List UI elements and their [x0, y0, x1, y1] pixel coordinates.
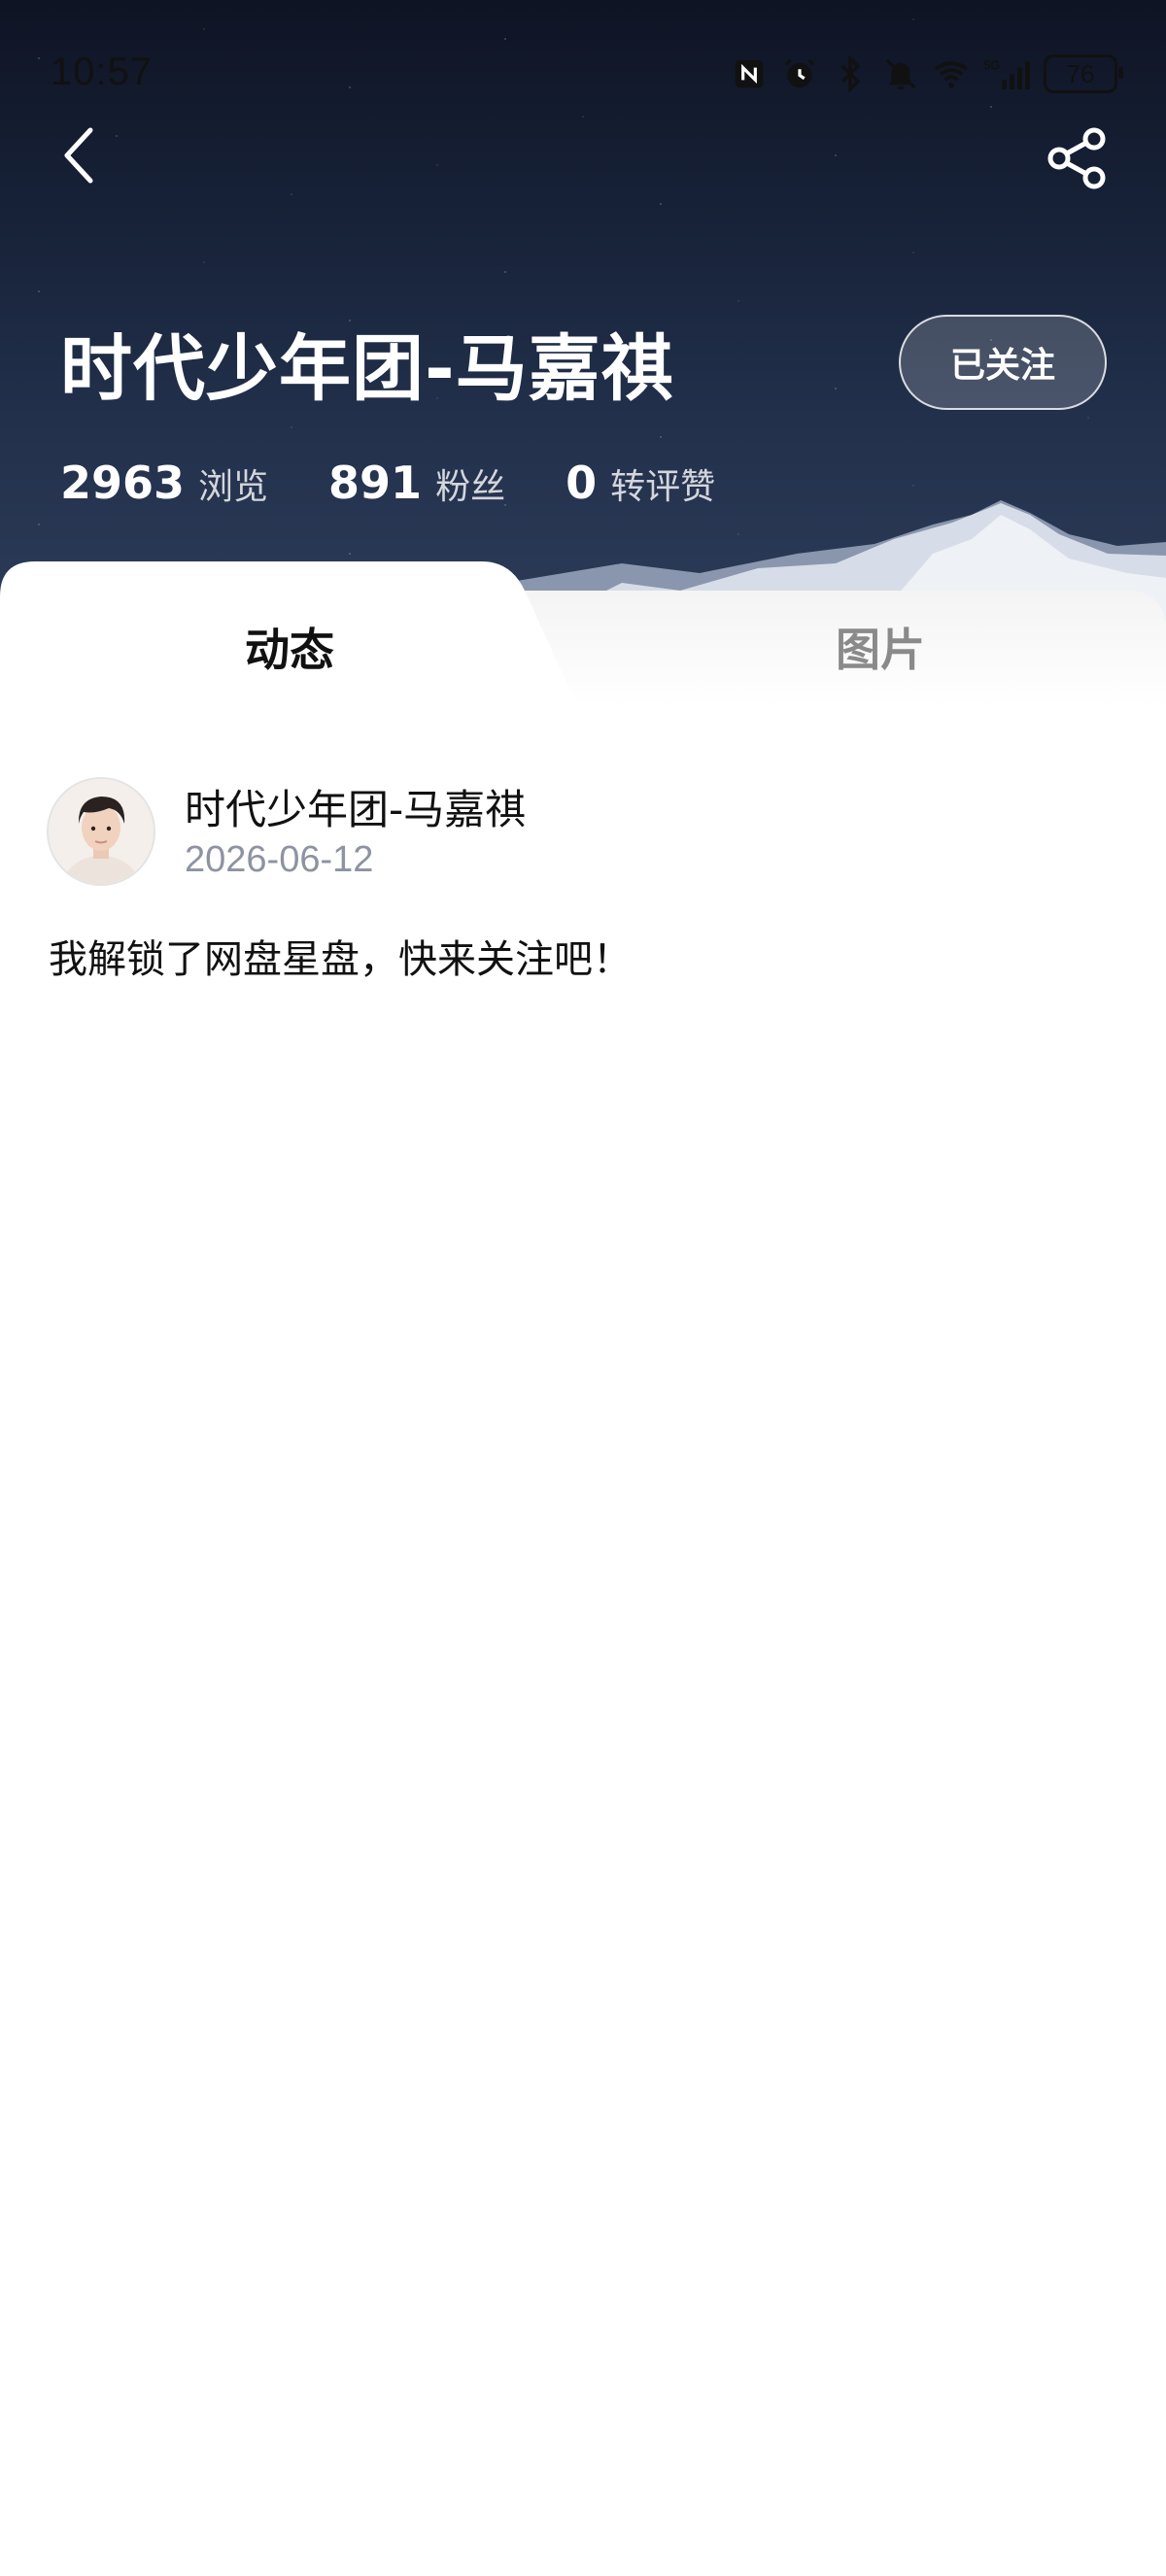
- avatar-portrait-image: [49, 779, 154, 884]
- back-arrow-icon: [64, 127, 93, 184]
- content-tabs: 动态 图片: [0, 561, 1166, 707]
- stat-interactions-value: 0: [566, 457, 598, 509]
- battery-icon: 76: [1044, 54, 1123, 93]
- mute-icon: [885, 58, 916, 89]
- status-time: 10:57: [51, 51, 154, 93]
- avatar[interactable]: [47, 777, 155, 886]
- bluetooth-icon: [840, 55, 861, 92]
- tab-dynamic[interactable]: 动态: [245, 615, 334, 679]
- alarm-icon: [784, 58, 815, 88]
- share-button[interactable]: [1046, 126, 1110, 190]
- status-icons: 5G 76: [731, 51, 1123, 97]
- stat-views-value: 2963: [60, 457, 186, 509]
- profile-stats: 2963 浏览 891 粉丝 0 转评赞: [60, 457, 775, 515]
- stat-fans[interactable]: 891 粉丝: [328, 457, 505, 509]
- post-date: 2026-06-12: [185, 839, 374, 880]
- follow-button[interactable]: 已关注: [899, 315, 1107, 410]
- signal-5g-icon: 5G: [983, 58, 1030, 89]
- stat-interactions-label: 转评赞: [610, 467, 716, 507]
- share-icon: [1047, 127, 1106, 189]
- post-text[interactable]: 我解锁了网盘星盘，快来关注吧！: [49, 928, 632, 984]
- back-button[interactable]: [53, 126, 102, 185]
- status-bar: 10:57 5G 76: [0, 0, 1166, 146]
- wifi-icon: [934, 61, 969, 88]
- post-author-name[interactable]: 时代少年团-马嘉祺: [185, 777, 526, 836]
- stat-views: 2963 浏览: [60, 457, 268, 509]
- nfc-icon: [735, 59, 764, 88]
- stat-views-label: 浏览: [198, 467, 269, 507]
- tab-photos[interactable]: 图片: [836, 615, 925, 679]
- stat-fans-label: 粉丝: [435, 467, 506, 507]
- svg-text:5G: 5G: [983, 58, 1000, 72]
- stat-fans-value: 891: [328, 457, 423, 509]
- profile-title: 时代少年团-马嘉祺: [60, 327, 674, 411]
- stat-interactions: 0 转评赞: [566, 457, 715, 509]
